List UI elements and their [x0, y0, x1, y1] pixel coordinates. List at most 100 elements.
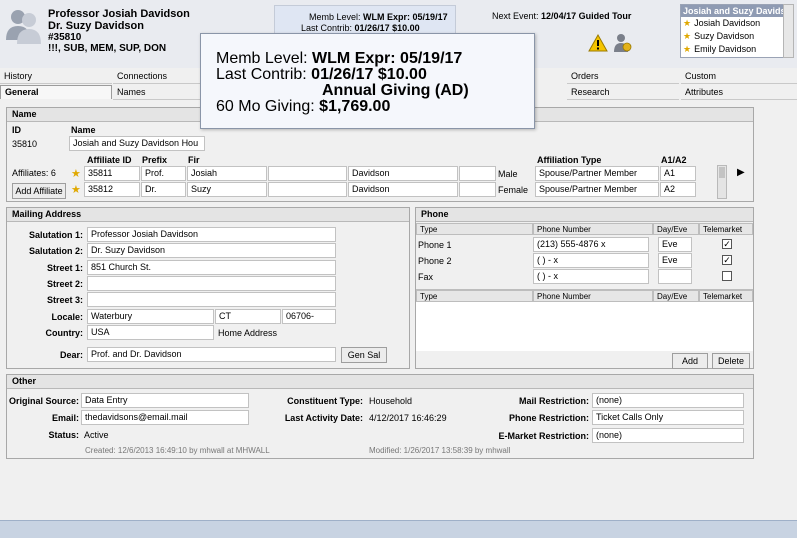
star-icon: ★ [683, 31, 692, 41]
city-field[interactable]: Waterbury [87, 309, 214, 324]
affiliates-count: Affiliates: 6 [12, 168, 56, 178]
affiliate-middle[interactable] [268, 182, 347, 197]
street1-field[interactable]: 851 Church St. [87, 260, 336, 275]
telemarket-checkbox[interactable]: ✓ [722, 255, 732, 265]
arrow-right-icon[interactable]: ▶ [737, 167, 745, 178]
affiliates-scrollbar[interactable] [717, 165, 727, 199]
street2-field[interactable] [87, 276, 336, 291]
household-list-scrollbar[interactable] [783, 4, 794, 58]
memb-level-label: Memb Level: [309, 12, 361, 22]
locale-label: Locale: [51, 312, 83, 322]
affiliate-a1a2[interactable]: A2 [660, 182, 696, 197]
affiliate-middle[interactable] [268, 166, 347, 181]
mail-restriction-label: Mail Restriction: [518, 396, 589, 406]
affiliate-last[interactable]: Davidson [348, 166, 458, 181]
household-name[interactable]: Josiah and Suzy Davidson [681, 5, 783, 17]
salutation2-field[interactable]: Dr. Suzy Davidson [87, 243, 336, 258]
household-member-name: Emily Davidson [694, 44, 757, 54]
tab-custom[interactable]: Custom [681, 70, 797, 84]
phone-number-field[interactable]: ( ) - x [533, 269, 649, 284]
phone-list[interactable]: Type Phone Number Day/Eve Telemarket [416, 289, 753, 351]
zip-field[interactable]: 06706- [282, 309, 336, 324]
telemarket-checkbox[interactable]: ✓ [722, 239, 732, 249]
affiliate-last[interactable]: Davidson [348, 182, 458, 197]
affiliate-prefix[interactable]: Dr. [141, 182, 186, 197]
col-affiliation-type: Affiliation Type [537, 155, 602, 165]
phone-list-col-number: Phone Number [533, 290, 653, 302]
delete-phone-button[interactable]: Delete [712, 353, 750, 369]
affiliate-suffix[interactable] [459, 182, 496, 197]
tooltip-memb-label: Memb Level: [216, 50, 308, 67]
phone-title: Phone [416, 208, 753, 222]
name-label: Name [71, 125, 96, 135]
salutation1-label: Salutation 1: [28, 230, 83, 240]
phone-dayeve-field[interactable]: Eve [658, 237, 692, 252]
phone-number-field[interactable]: ( ) - x [533, 253, 649, 268]
add-affiliate-button[interactable]: Add Affiliate [12, 183, 66, 199]
salutation2-label: Salutation 2: [28, 246, 83, 256]
salutation1-field[interactable]: Professor Josiah Davidson [87, 227, 336, 242]
phone-number-field[interactable]: (213) 555-4876 x [533, 237, 649, 252]
tab-orders[interactable]: Orders [567, 70, 679, 84]
telemarket-checkbox[interactable] [722, 271, 732, 281]
email-label: Email: [51, 413, 79, 423]
emarket-restriction-field[interactable]: (none) [592, 428, 744, 443]
affiliate-gender: Male [498, 169, 518, 179]
col-affiliate-id: Affiliate ID [87, 155, 132, 165]
phone-col-telemarket: Telemarket [699, 223, 753, 235]
affiliate-suffix[interactable] [459, 166, 496, 181]
tab-attributes[interactable]: Attributes [681, 86, 797, 100]
affiliate-prefix[interactable]: Prof. [141, 166, 186, 181]
affiliate-id[interactable]: 35811 [84, 166, 140, 181]
gen-sal-button[interactable]: Gen Sal [341, 347, 387, 363]
tooltip-memb-value: WLM Expr: 05/19/17 [312, 50, 463, 67]
original-source-label: Original Source: [8, 396, 79, 406]
tooltip-fund: Annual Giving (AD) [322, 82, 469, 99]
affiliate-a1a2[interactable]: A1 [660, 166, 696, 181]
affiliate-id[interactable]: 35812 [84, 182, 140, 197]
status-bar [0, 520, 797, 538]
warning-icon[interactable] [588, 33, 608, 52]
phone-dayeve-field[interactable] [658, 269, 692, 284]
household-list[interactable]: Josiah and Suzy Davidson ★Josiah Davidso… [680, 4, 784, 58]
constituent-type-label: Constituent Type: [287, 396, 363, 406]
household-member[interactable]: ★ Suzy Davidson [681, 30, 783, 43]
add-phone-button[interactable]: Add [672, 353, 708, 369]
mail-restriction-field[interactable]: (none) [592, 393, 744, 408]
household-name-field[interactable]: Josiah and Suzy Davidson Hou [69, 136, 205, 151]
household-member[interactable]: ★ Josiah Davidson [681, 17, 783, 30]
tab-names[interactable]: Names [113, 86, 203, 100]
original-source-field[interactable]: Data Entry [81, 393, 249, 408]
phone-type: Phone 1 [418, 240, 452, 250]
phone-col-dayeve: Day/Eve [653, 223, 699, 235]
household-member[interactable]: ★ Emily Davidson [681, 43, 783, 56]
donor-icon[interactable] [612, 32, 632, 54]
created-info: Created: 12/6/2013 16:49:10 by mhwall at… [85, 446, 270, 455]
tab-connections[interactable]: Connections [113, 70, 203, 84]
state-field[interactable]: CT [215, 309, 281, 324]
country-field[interactable]: USA [87, 325, 214, 340]
phone-list-col-telemarket: Telemarket [699, 290, 753, 302]
col-a1a2: A1/A2 [661, 155, 687, 165]
last-activity-value: 4/12/2017 16:46:29 [369, 413, 447, 423]
phone-col-type: Type [416, 223, 533, 235]
affiliate-first[interactable]: Suzy [187, 182, 267, 197]
affiliation-type[interactable]: Spouse/Partner Member [535, 166, 659, 181]
affiliate-first[interactable]: Josiah [187, 166, 267, 181]
tab-general[interactable]: General [0, 85, 112, 99]
star-icon: ★ [683, 18, 692, 28]
email-field[interactable]: thedavidsons@email.mail [81, 410, 249, 425]
giving-summary-tooltip: Memb Level: WLM Expr: 05/19/17 Last Cont… [200, 33, 535, 129]
tab-history[interactable]: History [0, 70, 112, 84]
phone-type: Fax [418, 272, 434, 282]
tab-research[interactable]: Research [567, 86, 679, 100]
phone-dayeve-field[interactable]: Eve [658, 253, 692, 268]
street3-field[interactable] [87, 292, 336, 307]
phone-restriction-field[interactable]: Ticket Calls Only [592, 410, 744, 425]
constituent-id: #35810 [48, 32, 82, 43]
last-activity-label: Last Activity Date: [284, 413, 363, 423]
id-label: ID [12, 125, 21, 135]
street3-label: Street 3: [46, 295, 83, 305]
dear-field[interactable]: Prof. and Dr. Davidson [87, 347, 336, 362]
affiliation-type[interactable]: Spouse/Partner Member [535, 182, 659, 197]
